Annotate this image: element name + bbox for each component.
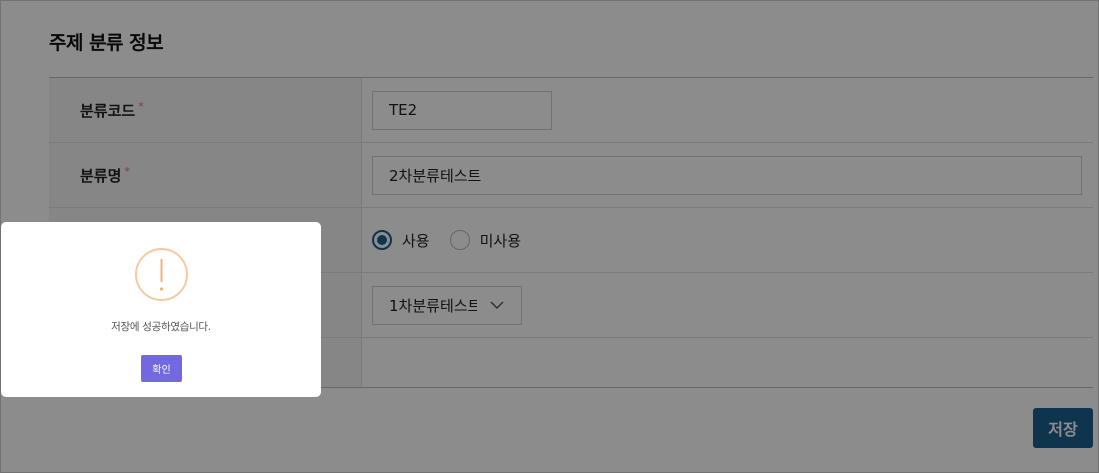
confirm-button[interactable]: 확인 — [141, 355, 182, 382]
exclamation-circle-icon — [135, 248, 188, 301]
alert-dialog: 저장에 성공하였습니다. 확인 — [1, 222, 321, 397]
dialog-message: 저장에 성공하였습니다. — [111, 321, 211, 333]
